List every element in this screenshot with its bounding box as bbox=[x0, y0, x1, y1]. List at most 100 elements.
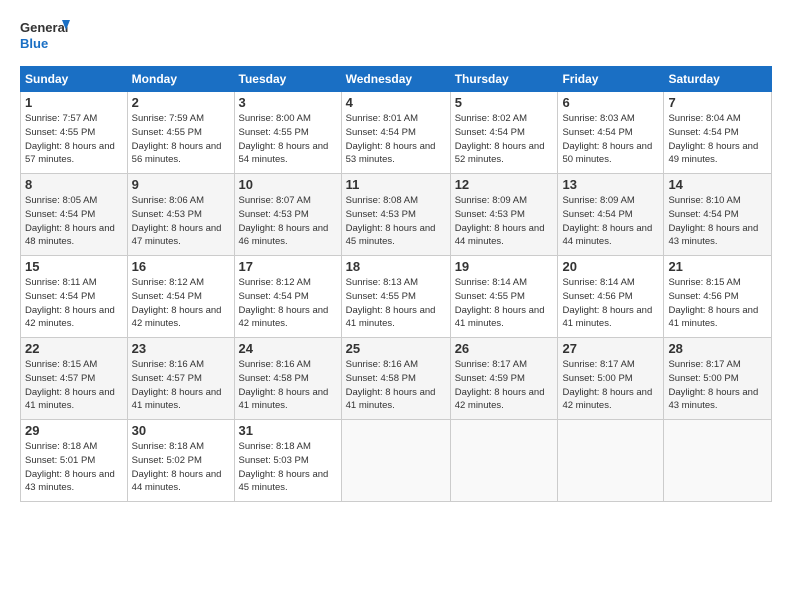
day-cell: 14 Sunrise: 8:10 AMSunset: 4:54 PMDayligh… bbox=[664, 174, 772, 256]
week-row-4: 22 Sunrise: 8:15 AMSunset: 4:57 PMDayligh… bbox=[21, 338, 772, 420]
header-day-tuesday: Tuesday bbox=[234, 67, 341, 92]
day-number: 14 bbox=[668, 177, 767, 192]
day-cell bbox=[341, 420, 450, 502]
header: General Blue bbox=[20, 16, 772, 56]
day-cell: 4 Sunrise: 8:01 AMSunset: 4:54 PMDaylight… bbox=[341, 92, 450, 174]
day-cell: 24Sunrise: 8:16 AMSunset: 4:58 PMDayligh… bbox=[234, 338, 341, 420]
day-info: Sunrise: 8:08 AMSunset: 4:53 PMDaylight:… bbox=[346, 195, 436, 247]
day-cell: 29 Sunrise: 8:18 AMSunset: 5:01 PMDayligh… bbox=[21, 420, 128, 502]
day-number: 23 bbox=[132, 341, 230, 356]
day-cell: 9 Sunrise: 8:06 AMSunset: 4:53 PMDaylight… bbox=[127, 174, 234, 256]
day-number: 3 bbox=[239, 95, 337, 110]
day-cell: 17Sunrise: 8:12 AMSunset: 4:54 PMDayligh… bbox=[234, 256, 341, 338]
day-info: Sunrise: 8:15 AMSunset: 4:56 PMDaylight:… bbox=[668, 277, 758, 329]
day-number: 18 bbox=[346, 259, 446, 274]
week-row-2: 8 Sunrise: 8:05 AMSunset: 4:54 PMDaylight… bbox=[21, 174, 772, 256]
day-info: Sunrise: 8:09 AMSunset: 4:53 PMDaylight:… bbox=[455, 195, 545, 247]
day-cell: 27Sunrise: 8:17 AMSunset: 5:00 PMDayligh… bbox=[558, 338, 664, 420]
day-cell: 10Sunrise: 8:07 AMSunset: 4:53 PMDayligh… bbox=[234, 174, 341, 256]
header-day-monday: Monday bbox=[127, 67, 234, 92]
day-cell bbox=[450, 420, 558, 502]
header-day-wednesday: Wednesday bbox=[341, 67, 450, 92]
day-info: Sunrise: 8:17 AMSunset: 4:59 PMDaylight:… bbox=[455, 359, 545, 411]
day-number: 10 bbox=[239, 177, 337, 192]
day-number: 15 bbox=[25, 259, 123, 274]
day-number: 4 bbox=[346, 95, 446, 110]
day-cell: 31 Sunrise: 8:18 AMSunset: 5:03 PMDayligh… bbox=[234, 420, 341, 502]
day-cell: 5 Sunrise: 8:02 AMSunset: 4:54 PMDaylight… bbox=[450, 92, 558, 174]
day-info: Sunrise: 8:04 AMSunset: 4:54 PMDaylight:… bbox=[668, 113, 758, 165]
day-cell: 7 Sunrise: 8:04 AMSunset: 4:54 PMDaylight… bbox=[664, 92, 772, 174]
day-info: Sunrise: 7:57 AMSunset: 4:55 PMDaylight:… bbox=[25, 113, 115, 165]
day-number: 28 bbox=[668, 341, 767, 356]
day-number: 30 bbox=[132, 423, 230, 438]
day-number: 6 bbox=[562, 95, 659, 110]
day-info: Sunrise: 8:02 AMSunset: 4:54 PMDaylight:… bbox=[455, 113, 545, 165]
day-number: 20 bbox=[562, 259, 659, 274]
day-info: Sunrise: 8:15 AMSunset: 4:57 PMDaylight:… bbox=[25, 359, 115, 411]
day-info: Sunrise: 8:06 AMSunset: 4:53 PMDaylight:… bbox=[132, 195, 222, 247]
day-info: Sunrise: 8:12 AMSunset: 4:54 PMDaylight:… bbox=[239, 277, 329, 329]
day-info: Sunrise: 8:16 AMSunset: 4:58 PMDaylight:… bbox=[346, 359, 436, 411]
day-info: Sunrise: 8:16 AMSunset: 4:57 PMDaylight:… bbox=[132, 359, 222, 411]
day-cell: 20 Sunrise: 8:14 AMSunset: 4:56 PMDayligh… bbox=[558, 256, 664, 338]
day-cell bbox=[558, 420, 664, 502]
day-number: 5 bbox=[455, 95, 554, 110]
day-number: 8 bbox=[25, 177, 123, 192]
day-info: Sunrise: 8:18 AMSunset: 5:02 PMDaylight:… bbox=[132, 441, 222, 493]
day-info: Sunrise: 8:01 AMSunset: 4:54 PMDaylight:… bbox=[346, 113, 436, 165]
day-number: 22 bbox=[25, 341, 123, 356]
day-number: 13 bbox=[562, 177, 659, 192]
day-number: 26 bbox=[455, 341, 554, 356]
day-info: Sunrise: 8:09 AMSunset: 4:54 PMDaylight:… bbox=[562, 195, 652, 247]
week-row-3: 15Sunrise: 8:11 AMSunset: 4:54 PMDayligh… bbox=[21, 256, 772, 338]
header-day-thursday: Thursday bbox=[450, 67, 558, 92]
day-cell: 3 Sunrise: 8:00 AMSunset: 4:55 PMDaylight… bbox=[234, 92, 341, 174]
day-cell: 16 Sunrise: 8:12 AMSunset: 4:54 PMDayligh… bbox=[127, 256, 234, 338]
day-number: 19 bbox=[455, 259, 554, 274]
day-cell: 2 Sunrise: 7:59 AMSunset: 4:55 PMDaylight… bbox=[127, 92, 234, 174]
day-cell: 12 Sunrise: 8:09 AMSunset: 4:53 PMDayligh… bbox=[450, 174, 558, 256]
day-cell: 8 Sunrise: 8:05 AMSunset: 4:54 PMDaylight… bbox=[21, 174, 128, 256]
calendar-page: General Blue SundayMondayTuesdayWednesda… bbox=[0, 0, 792, 612]
day-cell: 21Sunrise: 8:15 AMSunset: 4:56 PMDayligh… bbox=[664, 256, 772, 338]
day-info: Sunrise: 8:03 AMSunset: 4:54 PMDaylight:… bbox=[562, 113, 652, 165]
day-cell: 30 Sunrise: 8:18 AMSunset: 5:02 PMDayligh… bbox=[127, 420, 234, 502]
day-info: Sunrise: 8:12 AMSunset: 4:54 PMDaylight:… bbox=[132, 277, 222, 329]
day-cell: 19 Sunrise: 8:14 AMSunset: 4:55 PMDayligh… bbox=[450, 256, 558, 338]
day-cell: 22 Sunrise: 8:15 AMSunset: 4:57 PMDayligh… bbox=[21, 338, 128, 420]
header-day-saturday: Saturday bbox=[664, 67, 772, 92]
day-cell: 13 Sunrise: 8:09 AMSunset: 4:54 PMDayligh… bbox=[558, 174, 664, 256]
day-number: 1 bbox=[25, 95, 123, 110]
day-info: Sunrise: 8:10 AMSunset: 4:54 PMDaylight:… bbox=[668, 195, 758, 247]
day-number: 11 bbox=[346, 177, 446, 192]
logo: General Blue bbox=[20, 16, 70, 56]
day-info: Sunrise: 8:14 AMSunset: 4:56 PMDaylight:… bbox=[562, 277, 652, 329]
day-info: Sunrise: 8:00 AMSunset: 4:55 PMDaylight:… bbox=[239, 113, 329, 165]
day-number: 12 bbox=[455, 177, 554, 192]
day-cell: 26 Sunrise: 8:17 AMSunset: 4:59 PMDayligh… bbox=[450, 338, 558, 420]
calendar-table: SundayMondayTuesdayWednesdayThursdayFrid… bbox=[20, 66, 772, 502]
day-cell: 28Sunrise: 8:17 AMSunset: 5:00 PMDayligh… bbox=[664, 338, 772, 420]
calendar-header-row: SundayMondayTuesdayWednesdayThursdayFrid… bbox=[21, 67, 772, 92]
header-day-sunday: Sunday bbox=[21, 67, 128, 92]
day-cell: 6 Sunrise: 8:03 AMSunset: 4:54 PMDaylight… bbox=[558, 92, 664, 174]
day-number: 9 bbox=[132, 177, 230, 192]
day-number: 16 bbox=[132, 259, 230, 274]
day-info: Sunrise: 8:05 AMSunset: 4:54 PMDaylight:… bbox=[25, 195, 115, 247]
week-row-5: 29 Sunrise: 8:18 AMSunset: 5:01 PMDayligh… bbox=[21, 420, 772, 502]
day-number: 29 bbox=[25, 423, 123, 438]
logo-svg: General Blue bbox=[20, 16, 70, 56]
day-info: Sunrise: 8:13 AMSunset: 4:55 PMDaylight:… bbox=[346, 277, 436, 329]
day-number: 31 bbox=[239, 423, 337, 438]
day-cell: 23 Sunrise: 8:16 AMSunset: 4:57 PMDayligh… bbox=[127, 338, 234, 420]
day-info: Sunrise: 8:14 AMSunset: 4:55 PMDaylight:… bbox=[455, 277, 545, 329]
day-number: 24 bbox=[239, 341, 337, 356]
day-cell bbox=[664, 420, 772, 502]
day-info: Sunrise: 7:59 AMSunset: 4:55 PMDaylight:… bbox=[132, 113, 222, 165]
day-number: 7 bbox=[668, 95, 767, 110]
day-info: Sunrise: 8:18 AMSunset: 5:01 PMDaylight:… bbox=[25, 441, 115, 493]
day-info: Sunrise: 8:18 AMSunset: 5:03 PMDaylight:… bbox=[239, 441, 329, 493]
day-number: 2 bbox=[132, 95, 230, 110]
day-cell: 1 Sunrise: 7:57 AMSunset: 4:55 PMDaylight… bbox=[21, 92, 128, 174]
